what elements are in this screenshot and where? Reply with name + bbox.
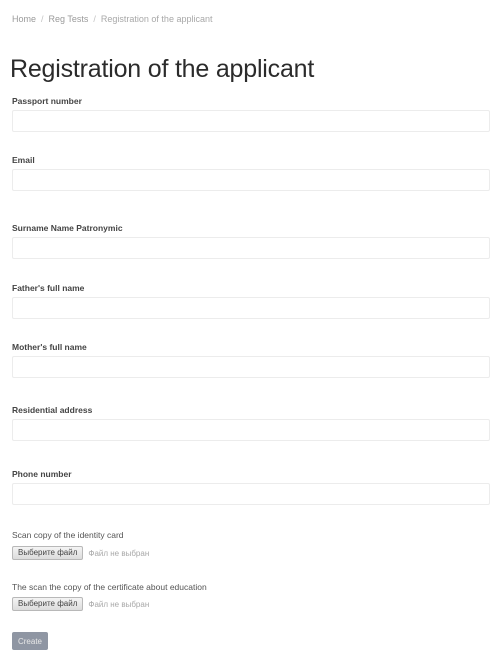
mothers-name-label: Mother's full name — [12, 342, 87, 352]
education-certificate-file-status: Файл не выбран — [88, 599, 150, 609]
phone-number-label: Phone number — [12, 469, 72, 479]
full-name-label: Surname Name Patronymic — [12, 223, 123, 233]
identity-card-file-input: Выберите файл Файл не выбран — [12, 546, 149, 560]
fathers-name-label: Father's full name — [12, 283, 85, 293]
identity-card-choose-file-button[interactable]: Выберите файл — [12, 546, 84, 560]
fathers-name-input[interactable] — [12, 297, 490, 319]
page-title: Registration of the applicant — [10, 55, 315, 83]
phone-number-input[interactable] — [12, 483, 490, 505]
education-certificate-scan-label: The scan the copy of the certificate abo… — [12, 582, 207, 592]
mothers-name-input[interactable] — [12, 356, 490, 378]
passport-number-label: Passport number — [12, 96, 82, 106]
breadcrumb-home-link[interactable]: Home — [12, 14, 36, 24]
education-certificate-file-input: Выберите файл Файл не выбран — [12, 597, 149, 611]
breadcrumb-reg-tests-link[interactable]: Reg Tests — [49, 14, 89, 24]
breadcrumb: Home / Reg Tests / Registration of the a… — [12, 10, 212, 28]
residential-address-input[interactable] — [12, 419, 490, 441]
full-name-input[interactable] — [12, 237, 490, 259]
identity-card-file-status: Файл не выбран — [88, 548, 150, 558]
breadcrumb-separator: / — [41, 14, 44, 24]
email-input[interactable] — [12, 169, 490, 191]
breadcrumb-separator: / — [93, 14, 96, 24]
education-certificate-choose-file-button[interactable]: Выберите файл — [12, 597, 84, 611]
email-label: Email — [12, 155, 35, 165]
residential-address-label: Residential address — [12, 405, 93, 415]
passport-number-input[interactable] — [12, 110, 490, 132]
identity-card-scan-label: Scan copy of the identity card — [12, 530, 124, 540]
create-button[interactable]: Create — [12, 632, 48, 650]
breadcrumb-current: Registration of the applicant — [100, 14, 213, 24]
